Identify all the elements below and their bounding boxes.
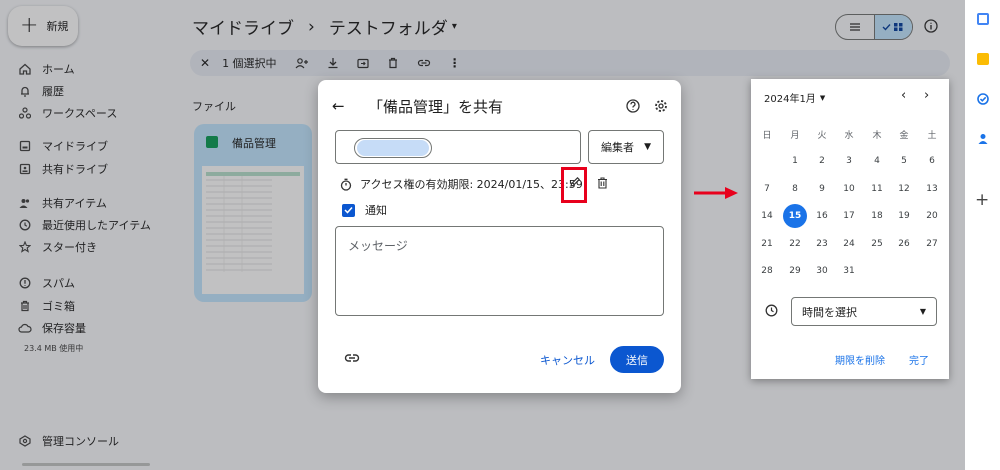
calendar-day[interactable]: 24 [838, 234, 860, 254]
weekday-header: 土 [927, 130, 937, 141]
calendar-day[interactable]: 22 [784, 234, 806, 254]
calendar-day[interactable]: 10 [838, 179, 860, 199]
next-month-icon[interactable]: › [924, 88, 929, 103]
dialog-title: 「備品管理」を共有 [368, 98, 504, 116]
annotation-arrow-icon [693, 185, 739, 201]
calendar-day[interactable]: 12 [893, 179, 915, 199]
weekday-header: 金 [899, 130, 909, 141]
contacts-app-icon[interactable] [977, 133, 989, 145]
person-chip[interactable] [354, 138, 432, 158]
weekday-header: 水 [844, 130, 854, 141]
calendar-day[interactable]: 20 [921, 206, 943, 226]
clock-icon [765, 304, 778, 317]
weekday-header: 日 [762, 130, 772, 141]
remove-expiry-trash-icon[interactable] [597, 177, 608, 189]
redacted-email [357, 140, 429, 156]
send-button[interactable]: 送信 [610, 346, 664, 373]
access-expiry-row: アクセス権の有効期限: 2024/01/15、23:59 [340, 176, 583, 192]
calendar-day[interactable]: 30 [811, 261, 833, 281]
caret-down-icon: ▼ [819, 93, 826, 102]
prev-month-icon[interactable]: ‹ [901, 88, 906, 103]
calendar-day[interactable]: 4 [866, 151, 888, 171]
calendar-day[interactable]: 28 [756, 261, 778, 281]
calendar-day[interactable]: 1 [784, 151, 806, 171]
calendar-day[interactable]: 8 [784, 179, 806, 199]
role-select[interactable]: 編集者 ▼ [588, 130, 664, 164]
done-button[interactable]: 完了 [909, 352, 929, 367]
calendar-day[interactable]: 7 [756, 179, 778, 199]
add-app-icon[interactable]: + [975, 190, 989, 210]
calendar-day[interactable]: 23 [811, 234, 833, 254]
message-placeholder: メッセージ [348, 239, 408, 253]
calendar-day[interactable]: 16 [811, 206, 833, 226]
edit-highlight-box [561, 167, 587, 203]
back-arrow-icon[interactable]: ← [332, 97, 345, 115]
timer-icon [340, 178, 352, 191]
notify-row: 通知 [342, 202, 387, 218]
calendar-day[interactable]: 26 [893, 234, 915, 254]
clear-expiry-button[interactable]: 期限を削除 [835, 352, 885, 367]
weekday-header: 火 [817, 130, 827, 141]
calendar-day[interactable]: 6 [921, 151, 943, 171]
calendar-day[interactable]: 21 [756, 234, 778, 254]
calendar-day[interactable]: 2 [811, 151, 833, 171]
calendar-day-selected[interactable]: 15 [783, 204, 807, 228]
weekday-header: 月 [790, 130, 800, 141]
calendar-day[interactable]: 3 [838, 151, 860, 171]
calendar-day[interactable]: 29 [784, 261, 806, 281]
tasks-app-icon[interactable] [977, 93, 989, 105]
role-select-value: 編集者 [601, 141, 634, 154]
calendar-day[interactable]: 5 [893, 151, 915, 171]
calendar-app-icon[interactable] [977, 13, 989, 25]
calendar-day[interactable]: 11 [866, 179, 888, 199]
copy-link-icon[interactable] [344, 353, 360, 363]
calendar-day[interactable]: 13 [921, 179, 943, 199]
notify-label: 通知 [365, 204, 387, 217]
date-picker: 2024年1月 ▼ ‹ › 日月火水木金土 1 2 3 4 5 6 7 8 9 10 11 12 13 14… [751, 79, 949, 379]
people-input[interactable] [335, 130, 581, 164]
message-textarea[interactable]: メッセージ [335, 226, 664, 316]
calendar-day[interactable]: 25 [866, 234, 888, 254]
share-dialog: ← 「備品管理」を共有 編集者 ▼ アクセス権の有効期限: 2024/01/15… [318, 80, 681, 393]
notify-checkbox[interactable] [342, 203, 355, 217]
month-label: 2024年1月 [764, 94, 816, 105]
calendar-day[interactable]: 17 [838, 206, 860, 226]
calendar-day[interactable]: 19 [893, 206, 915, 226]
calendar-day[interactable]: 9 [811, 179, 833, 199]
calendar-day[interactable]: 18 [866, 206, 888, 226]
settings-gear-icon[interactable] [654, 99, 668, 113]
time-select[interactable]: 時間を選択 ▼ [791, 297, 937, 326]
caret-down-icon: ▼ [644, 142, 651, 152]
calendar-day[interactable]: 31 [838, 261, 860, 281]
time-select-placeholder: 時間を選択 [802, 305, 857, 319]
help-icon[interactable] [626, 99, 640, 113]
calendar-day[interactable]: 14 [756, 206, 778, 226]
cancel-button[interactable]: キャンセル [540, 352, 595, 368]
access-expiry-text: アクセス権の有効期限: 2024/01/15、23:59 [360, 178, 583, 191]
weekday-header: 木 [872, 130, 882, 141]
month-selector[interactable]: 2024年1月 ▼ [764, 90, 826, 106]
keep-app-icon[interactable] [977, 53, 989, 65]
right-side-panel: + [965, 0, 1000, 470]
calendar-day[interactable]: 27 [921, 234, 943, 254]
caret-down-icon: ▼ [919, 307, 926, 316]
